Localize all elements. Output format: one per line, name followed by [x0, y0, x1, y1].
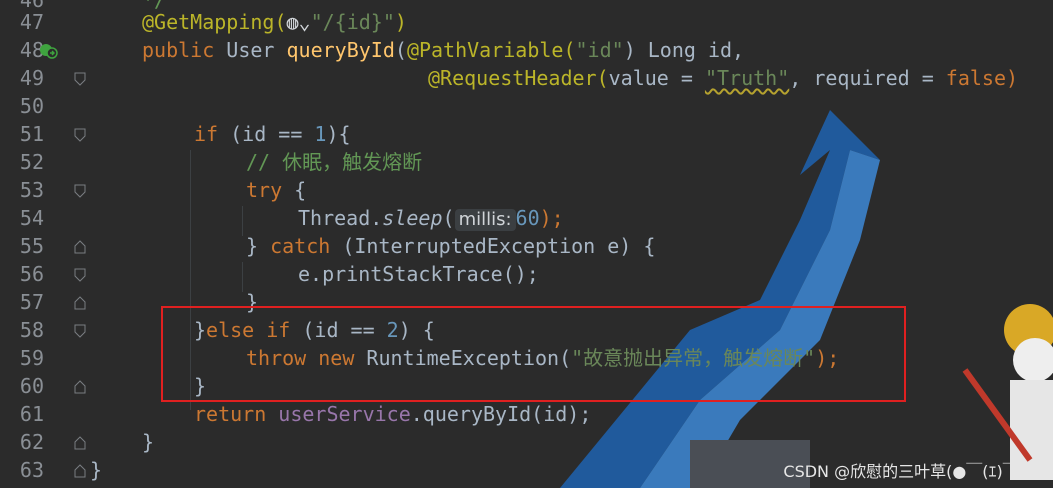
line-number: 56 — [19, 262, 44, 286]
code-line-63[interactable]: } — [90, 456, 102, 484]
parameter-hint: millis: — [454, 209, 516, 231]
fold-collapse-icon[interactable] — [74, 128, 86, 142]
code-line-51[interactable]: if (id == 1){ — [194, 120, 351, 148]
code-line-47[interactable]: @GetMapping(◍⌄"/{id}") — [142, 8, 407, 36]
code-line-54[interactable]: Thread.sleep(millis: 60); — [298, 204, 564, 232]
keyword-token: public — [142, 38, 215, 62]
line-number: 49 — [19, 66, 44, 90]
line-number: 55 — [19, 234, 44, 258]
annotation-token: @RequestHeader( — [428, 66, 609, 90]
line-number: 51 — [19, 122, 44, 146]
code-line-56[interactable]: e.printStackTrace(); — [298, 260, 539, 288]
code-line-61[interactable]: return userService.queryById(id); — [194, 400, 591, 428]
code-line-62[interactable]: } — [142, 428, 154, 456]
fold-expand-icon[interactable] — [74, 380, 86, 394]
type-token: User — [226, 38, 275, 62]
field-token: userService — [278, 402, 411, 426]
fold-expand-icon[interactable] — [74, 436, 86, 450]
code-editor[interactable]: 46 47 48 49 50 51 52 53 54 55 56 57 58 5… — [0, 0, 1053, 488]
fold-collapse-icon[interactable] — [74, 184, 86, 198]
watermark: CSDN @欣慰的三叶草(●￣(ｴ)￣●) — [783, 462, 1039, 481]
keyword-token: catch — [270, 234, 331, 258]
url-mapping-icon[interactable]: ◍⌄ — [287, 10, 311, 34]
highlight-rectangle — [161, 306, 906, 402]
line-number: 50 — [19, 94, 44, 118]
fold-expand-icon[interactable] — [74, 464, 86, 478]
code-line-49[interactable]: @RequestHeader(value = "Truth", required… — [428, 64, 1018, 92]
annotation-token: @GetMapping( — [142, 10, 287, 34]
string-token: "id" — [575, 38, 624, 62]
line-number: 54 — [19, 206, 44, 230]
line-number: 47 — [19, 10, 44, 34]
keyword-token: if — [194, 122, 219, 146]
number-token: 60 — [515, 206, 540, 230]
line-number: 60 — [19, 374, 44, 398]
fold-collapse-icon[interactable] — [74, 268, 86, 282]
annotation-token: ) — [394, 10, 407, 34]
fold-collapse-icon[interactable] — [74, 324, 86, 338]
line-number: 62 — [19, 430, 44, 454]
keyword-token: return — [194, 402, 267, 426]
annotation-token: @PathVariable( — [406, 38, 576, 62]
endpoint-run-icon[interactable] — [38, 42, 58, 60]
line-number: 63 — [19, 458, 44, 482]
keyword-token: try — [246, 178, 283, 202]
indent-guide — [242, 206, 243, 236]
code-line-48[interactable]: public User queryById(@PathVariable("id"… — [142, 36, 744, 64]
keyword-token: false) — [945, 66, 1019, 90]
string-token: "/{id}" — [310, 10, 395, 34]
number-token: 1 — [314, 122, 327, 146]
line-number: 52 — [19, 150, 44, 174]
line-number: 59 — [19, 346, 44, 370]
method-name-token: queryById — [286, 38, 395, 62]
code-text: , required = — [789, 66, 946, 90]
line-number: 53 — [19, 178, 44, 202]
code-text: value = — [608, 66, 705, 90]
fold-collapse-icon[interactable] — [74, 72, 86, 86]
code-line-52[interactable]: // 休眠，触发熔断 — [246, 148, 422, 176]
string-token: "Truth" — [704, 66, 790, 90]
code-line-53[interactable]: try { — [246, 176, 306, 204]
fold-expand-icon[interactable] — [74, 296, 86, 310]
line-number: 61 — [19, 402, 44, 426]
line-number: 58 — [19, 318, 44, 342]
method-name-token: sleep — [382, 206, 443, 230]
fold-expand-icon[interactable] — [74, 240, 86, 254]
code-text: ) Long id, — [623, 38, 745, 62]
line-number: 57 — [19, 290, 44, 314]
code-line-55[interactable]: } catch (InterruptedException e) { — [246, 232, 655, 260]
indent-guide — [242, 262, 243, 292]
